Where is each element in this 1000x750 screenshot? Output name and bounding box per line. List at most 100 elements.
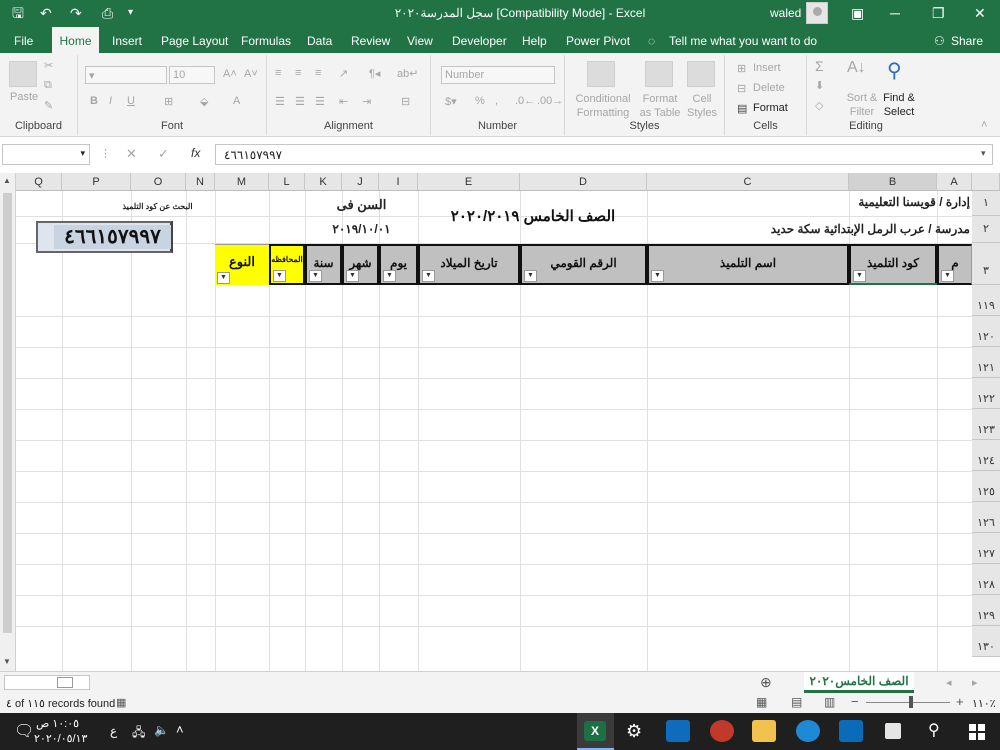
row-header-121[interactable]: ١٢١ <box>972 347 1000 378</box>
conditional-formatting-button[interactable]: Conditional Formatting <box>569 92 637 120</box>
column-header-k[interactable]: K <box>305 173 342 191</box>
tab-insert[interactable]: Insert <box>112 34 142 48</box>
row-header-2[interactable]: ٢ <box>972 216 1000 243</box>
tab-power-pivot[interactable]: Power Pivot <box>566 34 630 48</box>
tab-view[interactable]: View <box>407 34 433 48</box>
cell-b2-school[interactable]: مدرسة / عرب الرمل الإبتدائية سكة حديد <box>700 222 970 236</box>
windows-start-icon[interactable] <box>969 724 985 740</box>
accounting-icon[interactable]: $▾ <box>445 95 457 108</box>
action-center-icon[interactable]: 🗨 <box>14 721 34 741</box>
column-header-j[interactable]: J <box>342 173 379 191</box>
undo-icon[interactable]: ↶ <box>40 4 52 22</box>
find-select-button[interactable]: Find & Select <box>879 91 919 119</box>
tab-review[interactable]: Review <box>351 34 390 48</box>
row-header-3[interactable]: ٣ <box>972 243 1000 285</box>
filter-dropdown-icon[interactable]: ▼ <box>309 270 322 282</box>
clear-icon[interactable]: ◇ <box>815 99 823 112</box>
column-header-n[interactable]: N <box>186 173 215 191</box>
zoom-out-icon[interactable]: − <box>851 694 859 709</box>
column-header-l[interactable]: L <box>269 173 305 191</box>
new-sheet-icon[interactable]: ⊕ <box>760 674 772 691</box>
row-header-124[interactable]: ١٢٤ <box>972 440 1000 471</box>
sort-filter-button[interactable]: Sort & Filter <box>845 91 879 119</box>
filter-dropdown-icon[interactable]: ▼ <box>651 270 664 282</box>
network-icon[interactable]: 🖧 <box>132 723 145 744</box>
merge-center-icon[interactable]: ⊟ <box>401 95 410 108</box>
cell-b1-directorate[interactable]: إدارة / قويسنا التعليمية <box>790 195 970 209</box>
row-header-123[interactable]: ١٢٣ <box>972 409 1000 440</box>
tab-page-layout[interactable]: Page Layout <box>161 34 228 48</box>
close-icon[interactable]: ✕ <box>974 4 986 22</box>
format-painter-icon[interactable]: ✎ <box>44 99 53 112</box>
tab-home[interactable]: Home <box>52 27 99 53</box>
fill-color-icon[interactable]: ⬙ <box>200 95 208 108</box>
header-serial[interactable]: م ▼ <box>937 244 972 285</box>
hscroll-thumb[interactable] <box>57 677 73 688</box>
row-header-128[interactable]: ١٢٨ <box>972 564 1000 595</box>
increase-font-icon[interactable]: A˄ <box>223 68 237 80</box>
input-language[interactable]: ع <box>110 724 117 738</box>
taskbar-excel[interactable]: X <box>577 713 614 750</box>
bold-button[interactable]: B <box>90 95 98 107</box>
customize-qat-icon[interactable]: ▾ <box>128 4 133 22</box>
column-header-m[interactable]: M <box>215 173 269 191</box>
ribbon-display-icon[interactable]: ▣ <box>851 4 864 22</box>
search-icon[interactable]: ⚲ <box>928 720 940 740</box>
search-code-box[interactable]: ٤٦٦١٥٧٩٩٧ <box>36 221 173 253</box>
header-year[interactable]: سنة ▼ <box>305 244 342 285</box>
page-break-view-icon[interactable]: ▥ <box>824 695 835 709</box>
save-icon[interactable]: 🖫 <box>12 4 24 22</box>
enter-icon[interactable]: ✓ <box>158 146 169 162</box>
column-header-d[interactable]: D <box>520 173 647 191</box>
align-left-icon[interactable]: ☰ <box>275 95 285 108</box>
cell-e1-class-title[interactable]: الصف الخامس ٢٠٢٠/٢٠١٩ <box>420 207 646 225</box>
tab-file[interactable]: File <box>14 34 33 48</box>
macro-record-icon[interactable]: ▦ <box>116 696 126 709</box>
scroll-down-icon[interactable]: ▼ <box>3 657 11 666</box>
tell-me-search[interactable]: Tell me what you want to do <box>669 34 817 48</box>
header-student-code[interactable]: كود التلميذ ▼ <box>849 244 937 285</box>
scroll-tabs-right-icon[interactable]: ▸ <box>972 676 978 689</box>
cell-j2-age-date[interactable]: ٢٠١٩/١٠/٠١ <box>306 222 417 236</box>
paste-icon[interactable] <box>9 61 37 87</box>
share-button[interactable]: Share <box>951 34 983 48</box>
vertical-scrollbar[interactable]: ▲ ▼ <box>0 173 16 671</box>
header-month[interactable]: شهر ▼ <box>342 244 379 285</box>
filter-dropdown-icon[interactable]: ▼ <box>273 270 286 282</box>
format-table-icon[interactable] <box>645 61 673 87</box>
show-hidden-icons[interactable]: ˄ <box>176 722 184 737</box>
header-gender[interactable]: النوع ▼ <box>215 244 269 285</box>
decrease-indent-icon[interactable]: ⇤ <box>339 95 348 108</box>
column-header-i[interactable]: I <box>379 173 418 191</box>
worksheet-grid[interactable]: Q P O N M L K J I E D C B A ١ ٢ ٣ ١١٩ ١٢… <box>0 173 1000 671</box>
format-cells-button[interactable]: Format <box>753 102 788 114</box>
normal-view-icon[interactable]: ▦ <box>756 695 767 709</box>
paste-button[interactable]: Paste <box>10 91 38 103</box>
align-middle-icon[interactable]: ≡ <box>295 67 301 79</box>
expand-formula-icon[interactable]: ▾ <box>981 148 986 159</box>
minimize-icon[interactable]: ─ <box>890 4 900 22</box>
column-header-e[interactable]: E <box>418 173 520 191</box>
insert-function-button[interactable]: fx <box>191 146 200 160</box>
row-header-122[interactable]: ١٢٢ <box>972 378 1000 409</box>
row-header-120[interactable]: ١٢٠ <box>972 316 1000 347</box>
cell-styles-button[interactable]: Cell Styles <box>685 92 719 120</box>
format-as-table-button[interactable]: Format as Table <box>637 92 683 120</box>
column-header-q[interactable]: Q <box>16 173 62 191</box>
comma-icon[interactable]: , <box>495 95 498 107</box>
rtl-icon[interactable]: ¶◂ <box>369 67 380 80</box>
filter-dropdown-icon[interactable]: ▼ <box>383 270 396 282</box>
row-header-127[interactable]: ١٢٧ <box>972 533 1000 564</box>
scroll-up-icon[interactable]: ▲ <box>3 176 11 185</box>
horizontal-scrollbar[interactable] <box>4 675 90 690</box>
delete-cells-button[interactable]: Delete <box>753 82 785 94</box>
tab-formulas[interactable]: Formulas <box>241 34 291 48</box>
column-header-a[interactable]: A <box>937 173 972 191</box>
copy-icon[interactable]: ⧉ <box>44 79 52 92</box>
autosum-icon[interactable]: Σ <box>815 58 824 74</box>
name-box[interactable]: ▾ <box>2 144 90 165</box>
font-name-select[interactable]: ▾ <box>85 66 167 84</box>
formula-input[interactable]: ٤٦٦١٥٧٩٩٧ <box>215 144 993 165</box>
tab-help[interactable]: Help <box>522 34 547 48</box>
column-header-b[interactable]: B <box>849 173 937 191</box>
